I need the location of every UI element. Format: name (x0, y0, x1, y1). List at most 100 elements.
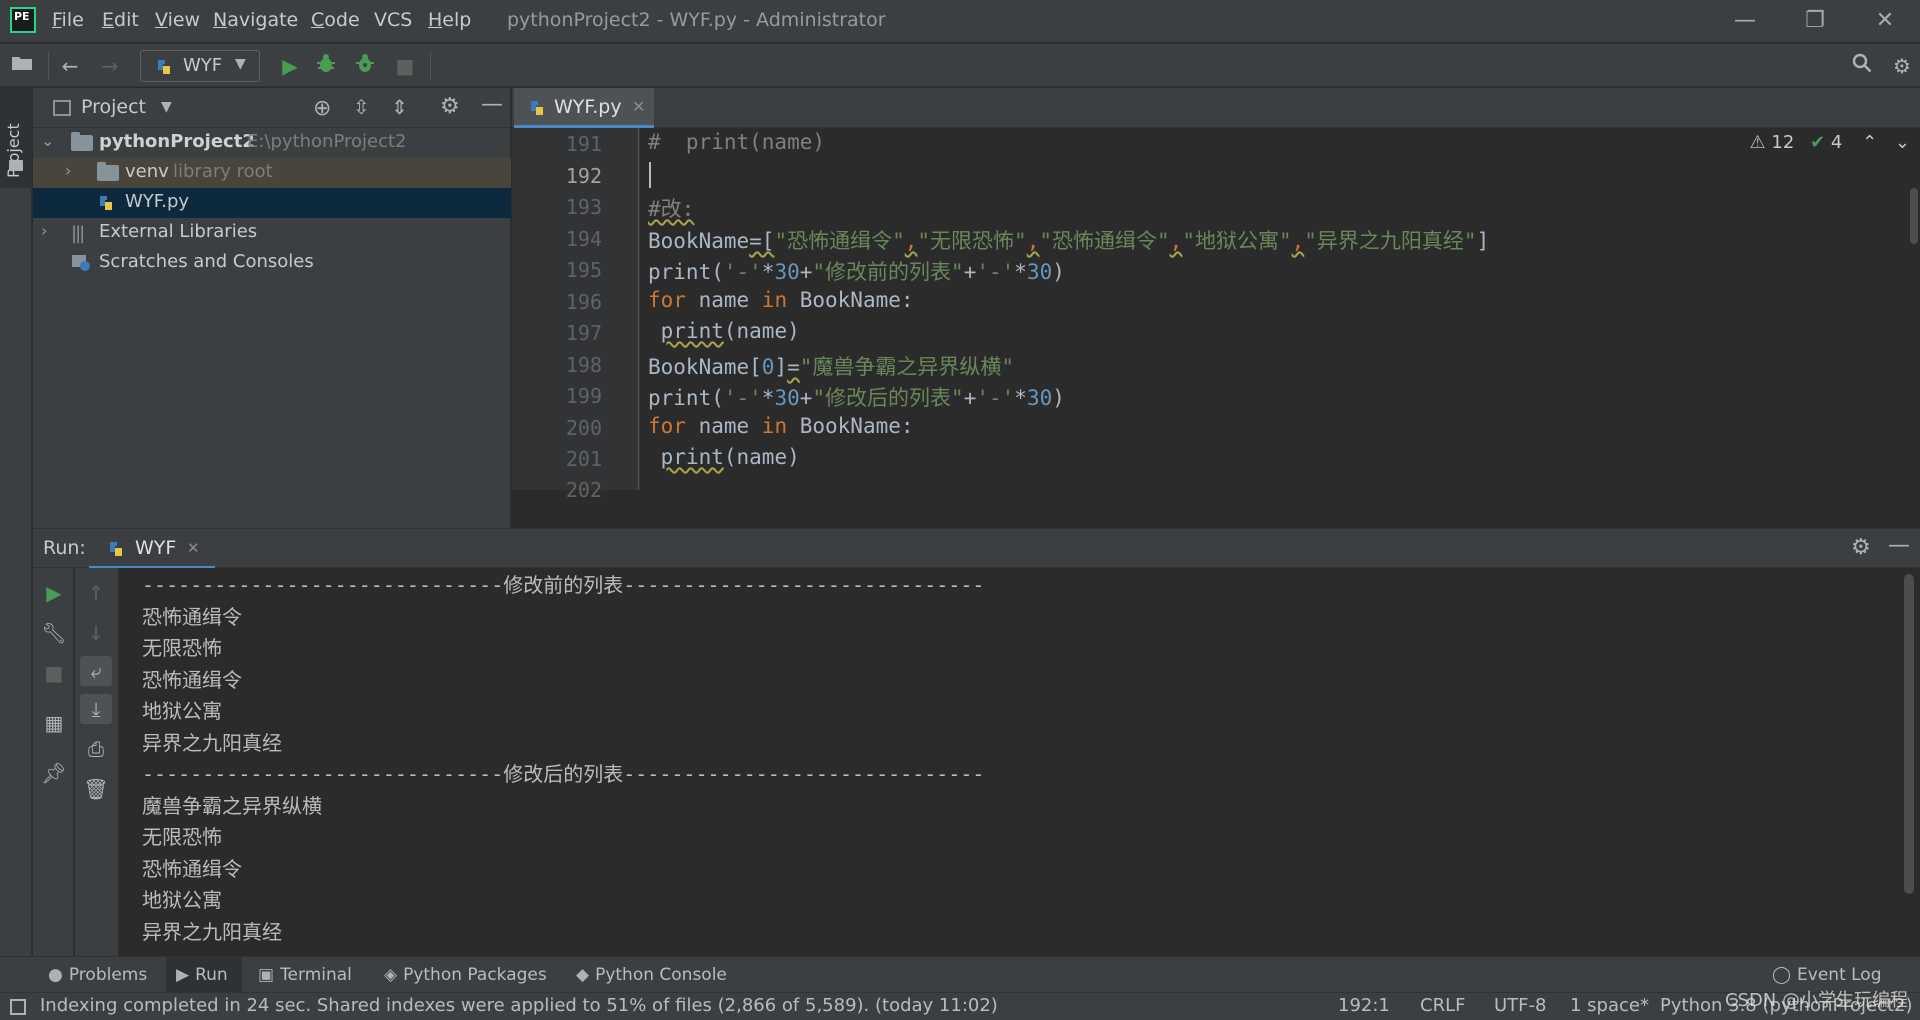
line-number: 193 (565, 195, 602, 219)
coverage-icon[interactable] (351, 52, 379, 80)
console-line: ------------------------------修改后的列表----… (142, 762, 985, 786)
tab-wyf-py[interactable]: WYF.py ✕ (514, 88, 654, 128)
menu-navigate[interactable]: Navigate (213, 9, 298, 31)
search-icon[interactable] (1848, 52, 1876, 80)
tree-item-scratches[interactable]: Scratches and Consoles (33, 248, 511, 278)
run-settings-gear-icon[interactable]: ⚙ (1851, 535, 1871, 560)
menu-edit[interactable]: Edit (102, 9, 139, 31)
chevron-right-icon[interactable]: › (65, 161, 81, 180)
restore-icon[interactable]: ❐ (1780, 0, 1850, 42)
console-line: 异界之九阳真经 (142, 920, 282, 944)
pin-icon[interactable]: 📌︎ (38, 758, 70, 788)
tab-problems[interactable]: ● Problems (48, 957, 147, 993)
close-tab-icon[interactable]: ✕ (187, 539, 200, 557)
console-line: 恐怖通缉令 (142, 668, 242, 692)
chevron-down-icon[interactable]: ▼ (161, 99, 172, 115)
expand-all-icon[interactable]: ⇳ (353, 95, 370, 119)
chevron-right-icon[interactable]: › (41, 221, 57, 240)
wrench-icon[interactable]: 🔧︎ (38, 618, 70, 648)
project-view-icon (53, 100, 71, 116)
text-caret (649, 162, 651, 188)
code-line-197: print(name) (660, 319, 800, 343)
tab-terminal[interactable]: ▣ Terminal (258, 957, 352, 993)
watermark: CSDN @小学生玩编程 (1724, 990, 1908, 1011)
caret-position[interactable]: 192:1 (1338, 995, 1390, 1016)
forward-arrow-icon[interactable]: → (96, 52, 124, 80)
hide-panel-icon[interactable]: — (481, 92, 503, 117)
settings-gear-icon[interactable]: ⚙ (1888, 52, 1916, 80)
close-icon[interactable]: ✕ (1850, 0, 1920, 42)
debug-icon[interactable] (312, 52, 340, 80)
chevron-down-icon: ▼ (235, 56, 246, 72)
scroll-to-end-icon[interactable]: ⤓ (80, 694, 112, 724)
tab-python-console[interactable]: ◆ Python Console (576, 957, 727, 993)
line-separator[interactable]: CRLF (1420, 995, 1465, 1016)
minimize-icon[interactable]: — (1710, 0, 1780, 42)
inspection-widget[interactable]: ⚠ 12 ✔ 4 ⌃ ⌄ (1750, 132, 1910, 153)
chevron-down-icon[interactable]: ⌄ (41, 131, 57, 150)
tree-item-pythonproject2[interactable]: ⌄ pythonProject2 E:\pythonProject2 (33, 128, 511, 158)
stop-icon[interactable]: ■ (38, 658, 70, 688)
console-line: ------------------------------修改前的列表----… (142, 573, 985, 597)
arrow-up-icon[interactable]: ↑ (80, 578, 112, 608)
console-line: 地狱公寓 (142, 888, 222, 912)
arrow-down-icon[interactable]: ↓ (80, 618, 112, 648)
menu-file[interactable]: File (52, 9, 84, 31)
menu-help[interactable]: Help (428, 9, 471, 31)
title-bar: PE File Edit View Navigate Code VCS Help… (0, 0, 1920, 42)
left-tool-stripe: Project (0, 88, 32, 956)
run-console-output[interactable]: ------------------------------修改前的列表----… (119, 568, 1920, 956)
run-tab-wyf[interactable]: WYF ✕ (89, 529, 215, 569)
status-message[interactable]: Indexing completed in 24 sec. Shared ind… (40, 995, 998, 1016)
back-arrow-icon[interactable]: ← (56, 52, 84, 80)
chevron-down-icon[interactable]: ⌄ (1895, 132, 1910, 153)
menu-view[interactable]: View (155, 9, 200, 31)
python-file-icon (107, 540, 125, 558)
folder-icon (97, 162, 119, 181)
bottom-tool-strip: ● Problems ▶ Run ▣ Terminal ◈ Python Package… (0, 956, 1920, 993)
collapse-all-icon[interactable]: ⇕ (391, 95, 408, 119)
print-icon[interactable]: ⎙ (80, 734, 112, 764)
stop-icon[interactable]: ■ (391, 52, 419, 80)
close-tab-icon[interactable]: ✕ (632, 97, 645, 116)
tree-item-external-libraries[interactable]: › ||| External Libraries (33, 218, 511, 248)
run-panel-header: Run: WYF ✕ ⚙ — (33, 528, 1920, 569)
trash-icon[interactable]: 🗑︎ (80, 774, 112, 804)
code-line-193: #改: (648, 197, 695, 221)
editor-tab-bar: WYF.py ✕ (512, 88, 1920, 128)
run-toolbar-secondary: ↑ ↓ ⤶ ⤓ ⎙ 🗑︎ (75, 568, 119, 956)
menu-code[interactable]: Code (311, 9, 360, 31)
console-scrollbar[interactable] (1904, 574, 1914, 894)
line-number: 196 (565, 290, 602, 314)
tree-item-venv[interactable]: › venv library root (33, 158, 511, 188)
rerun-icon[interactable]: ▶ (38, 578, 70, 608)
tree-item-wyf-py[interactable]: WYF.py (33, 188, 511, 218)
file-encoding[interactable]: UTF-8 (1494, 995, 1546, 1016)
code-editor[interactable]: # print(name) #改: BookName=["恐怖通缉令","无限恐… (640, 128, 1920, 490)
project-tool-window-button[interactable]: Project (0, 88, 32, 188)
menu-vcs[interactable]: VCS (374, 9, 412, 31)
editor-scrollbar[interactable] (1910, 188, 1918, 244)
console-line: 恐怖通缉令 (142, 857, 242, 881)
layout-icon[interactable]: ▦ (38, 708, 70, 738)
console-line: 无限恐怖 (142, 825, 222, 849)
editor-gutter: 191 192 193 194 195 196 197 198 199 200 … (512, 128, 640, 502)
library-icon: ||| (71, 223, 85, 244)
run-config-selector[interactable]: WYF ▼ (140, 50, 260, 82)
chevron-up-icon[interactable]: ⌃ (1862, 132, 1877, 153)
hide-panel-icon[interactable]: — (1888, 533, 1910, 558)
project-panel-title[interactable]: Project (81, 96, 146, 118)
scratches-icon (71, 254, 91, 272)
locate-target-icon[interactable]: ⊕ (313, 96, 331, 121)
panel-settings-gear-icon[interactable]: ⚙ (440, 94, 460, 119)
toggle-tool-windows-icon[interactable] (10, 999, 26, 1015)
indent-setting[interactable]: 1 space* (1570, 995, 1649, 1016)
console-line: 无限恐怖 (142, 636, 222, 660)
tab-run[interactable]: ▶ Run (166, 957, 242, 993)
python-file-icon (528, 99, 546, 117)
open-folder-icon[interactable] (8, 52, 36, 80)
soft-wrap-icon[interactable]: ⤶ (80, 656, 112, 686)
tab-python-packages[interactable]: ◈ Python Packages (384, 957, 547, 993)
run-icon[interactable]: ▶ (276, 52, 304, 80)
code-line-194: BookName=["恐怖通缉令","无限恐怖","恐怖通缉令","地狱公寓",… (648, 229, 1490, 253)
